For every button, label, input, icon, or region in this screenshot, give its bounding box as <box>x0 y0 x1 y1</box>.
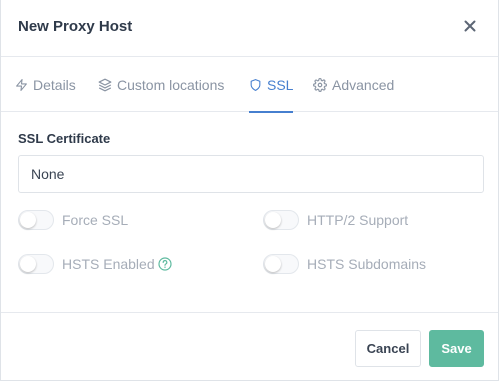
tab-ssl[interactable]: SSL <box>249 57 294 113</box>
layers-icon <box>98 78 112 91</box>
proxy-host-modal: New Proxy Host Details Custom locations … <box>0 0 499 381</box>
ssl-certificate-value: None <box>31 166 65 182</box>
close-icon <box>464 20 476 32</box>
toggle-label: HSTS Enabled <box>62 256 155 272</box>
toggle-label: HSTS Subdomains <box>307 256 427 272</box>
hsts-subdomains-toggle[interactable]: HSTS Subdomains <box>263 254 426 274</box>
toggle-switch[interactable] <box>263 210 299 230</box>
toggle-switch[interactable] <box>263 254 299 274</box>
tab-label: Details <box>33 76 76 93</box>
help-icon[interactable] <box>158 257 172 271</box>
toggle-label: Force SSL <box>62 212 129 228</box>
tab-custom-locations[interactable]: Custom locations <box>98 57 224 112</box>
shield-icon <box>250 78 261 91</box>
save-button[interactable]: Save <box>429 330 484 367</box>
hsts-enabled-toggle[interactable]: HSTS Enabled <box>18 254 172 274</box>
tab-label: Advanced <box>332 76 395 93</box>
close-button[interactable] <box>460 16 480 36</box>
tab-bar: Details Custom locations SSL Advanced <box>1 57 498 113</box>
ssl-certificate-select[interactable]: None <box>18 155 484 193</box>
tab-advanced[interactable]: Advanced <box>313 57 394 112</box>
toggle-label: HTTP/2 Support <box>307 212 409 228</box>
toggle-switch[interactable] <box>18 210 54 230</box>
tab-label: Custom locations <box>117 76 225 93</box>
gear-icon <box>313 77 327 92</box>
tab-label: SSL <box>267 76 294 93</box>
toggle-switch[interactable] <box>18 254 54 274</box>
modal-header: New Proxy Host <box>1 0 498 57</box>
modal-title: New Proxy Host <box>18 18 133 35</box>
tab-details[interactable]: Details <box>15 57 76 112</box>
footer-divider <box>1 312 498 313</box>
http2-support-toggle[interactable]: HTTP/2 Support <box>263 210 408 230</box>
cancel-button[interactable]: Cancel <box>355 330 421 367</box>
ssl-certificate-label: SSL Certificate <box>18 131 111 146</box>
force-ssl-toggle[interactable]: Force SSL <box>18 210 128 230</box>
zap-icon <box>16 78 27 91</box>
